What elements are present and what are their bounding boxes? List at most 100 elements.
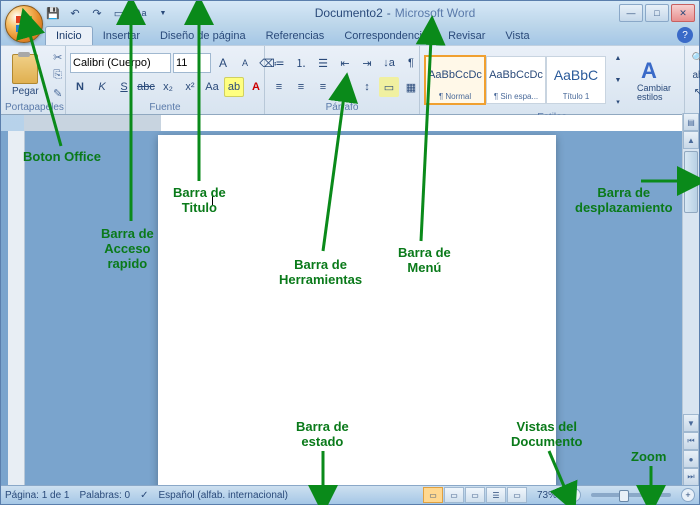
scroll-down-button[interactable]: ▼ [683,414,699,432]
document-area[interactable] [25,131,683,486]
office-button[interactable] [5,5,43,43]
browse-object-button[interactable]: ● [683,450,699,468]
strike-button[interactable]: abc [136,77,156,97]
format-painter-button[interactable]: ✎ [49,85,67,101]
zoom-slider[interactable] [591,493,671,497]
view-buttons: ▭ ▭ ▭ ☰ ▭ [423,487,527,503]
qat-dropdown-icon[interactable]: ▼ [155,5,171,21]
shrink-font-button[interactable]: A [235,53,255,73]
copy-button[interactable]: ⎘ [49,67,67,83]
bullets-button[interactable]: ≔ [269,53,289,73]
replace-button[interactable]: ab Reemplazar [689,67,700,83]
page[interactable] [158,135,556,486]
vertical-scrollbar[interactable]: ▤ ▲ ▼ ⏮ ● ⏭ [682,113,699,486]
language-indicator[interactable]: Español (alfab. internacional) [158,490,288,501]
zoom-percent[interactable]: 73% [537,490,557,501]
replace-icon: ab [691,68,700,82]
styles-down-button[interactable]: ▼ [608,70,628,90]
align-left-button[interactable]: ≡ [269,77,289,97]
borders-button[interactable]: ▦ [401,77,421,97]
minimize-button[interactable]: — [619,4,643,22]
styles-expand-button[interactable]: ▾ [608,92,628,112]
ruler-toggle-button[interactable]: ▤ [683,113,699,131]
scroll-thumb[interactable] [684,151,698,213]
scroll-up-button[interactable]: ▲ [683,131,699,149]
superscript-button[interactable]: x² [180,77,200,97]
group-label-font: Fuente [70,102,260,114]
tab-inicio[interactable]: Inicio [45,26,93,45]
tab-diseno[interactable]: Diseño de página [150,27,256,45]
style-titulo1[interactable]: AaBbC Título 1 [546,56,606,104]
subscript-button[interactable]: x₂ [158,77,178,97]
find-button[interactable]: 🔍 Buscar▾ [689,50,700,66]
ribbon-tabs: Inicio Insertar Diseño de página Referen… [1,25,699,45]
help-button[interactable]: ? [677,27,693,43]
highlight-button[interactable]: ab [224,77,244,97]
close-button[interactable]: ✕ [671,4,695,22]
sort-button[interactable]: ↓a [379,53,399,73]
styles-up-button[interactable]: ▲ [608,48,628,68]
indent-button[interactable]: ⇥ [357,53,377,73]
font-name-select[interactable] [70,53,171,73]
multilevel-button[interactable]: ☰ [313,53,333,73]
outdent-button[interactable]: ⇤ [335,53,355,73]
next-page-button[interactable]: ⏭ [683,468,699,486]
prev-page-button[interactable]: ⏮ [683,432,699,450]
shading-button[interactable]: ▭ [379,77,399,97]
style-sin-espaciado[interactable]: AaBbCcDc ¶ Sin espa... [486,56,546,104]
align-center-button[interactable]: ≡ [291,77,311,97]
tab-referencias[interactable]: Referencias [256,27,335,45]
line-spacing-button[interactable]: ↕ [357,77,377,97]
zoom-thumb[interactable] [619,490,629,502]
spell-icon[interactable]: ✓ [140,490,148,501]
tab-vista[interactable]: Vista [495,27,539,45]
print-layout-view[interactable]: ▭ [423,487,443,503]
underline-button[interactable]: S [114,77,134,97]
zoom-out-button[interactable]: − [567,488,581,502]
zoom-in-button[interactable]: + [681,488,695,502]
font-size-select[interactable] [173,53,211,73]
cursor-icon: ↖ [691,85,700,99]
italic-button[interactable]: K [92,77,112,97]
document-name: Documento2 [315,6,383,20]
grow-font-button[interactable]: A [213,53,233,73]
save-icon[interactable]: 💾 [45,5,61,21]
numbering-button[interactable]: ⒈ [291,53,311,73]
show-marks-button[interactable]: ¶ [401,53,421,73]
case-icon[interactable]: Aa [133,5,149,21]
maximize-button[interactable]: □ [645,4,669,22]
full-screen-view[interactable]: ▭ [444,487,464,503]
change-styles-icon: A [641,58,667,84]
undo-icon[interactable]: ↶ [67,5,83,21]
print-icon[interactable]: ▭ [111,5,127,21]
word-count[interactable]: Palabras: 0 [80,490,131,501]
vertical-ruler[interactable] [8,131,25,486]
change-case-button[interactable]: Aa [202,77,222,97]
tab-correspondencia[interactable]: Correspondencia [334,27,438,45]
app-name: Microsoft Word [395,6,475,20]
binoculars-icon: 🔍 [691,51,700,65]
align-right-button[interactable]: ≡ [313,77,333,97]
select-button[interactable]: ↖ Seleccionar▾ [689,84,700,100]
status-bar: Página: 1 de 1 Palabras: 0 ✓ Español (al… [1,485,699,504]
redo-icon[interactable]: ↷ [89,5,105,21]
quick-access-toolbar: 💾 ↶ ↷ ▭ Aa ▼ [45,5,171,21]
change-styles-button[interactable]: A Cambiar estilos [628,56,680,104]
tab-revisar[interactable]: Revisar [438,27,495,45]
style-normal[interactable]: AaBbCcDc ¶ Normal [424,55,486,105]
page-indicator[interactable]: Página: 1 de 1 [5,490,70,501]
web-layout-view[interactable]: ▭ [465,487,485,503]
font-color-button[interactable]: A [246,77,266,97]
tab-insertar[interactable]: Insertar [93,27,150,45]
paste-button[interactable]: Pegar [5,51,46,100]
group-label-paragraph: Párrafo [269,102,415,114]
cut-button[interactable]: ✂ [49,49,67,65]
scroll-track[interactable] [683,149,699,414]
horizontal-ruler[interactable] [24,115,699,132]
bold-button[interactable]: N [70,77,90,97]
outline-view[interactable]: ☰ [486,487,506,503]
clipboard-icon [12,54,38,84]
draft-view[interactable]: ▭ [507,487,527,503]
justify-button[interactable]: ≣ [335,77,355,97]
text-cursor [212,191,213,205]
